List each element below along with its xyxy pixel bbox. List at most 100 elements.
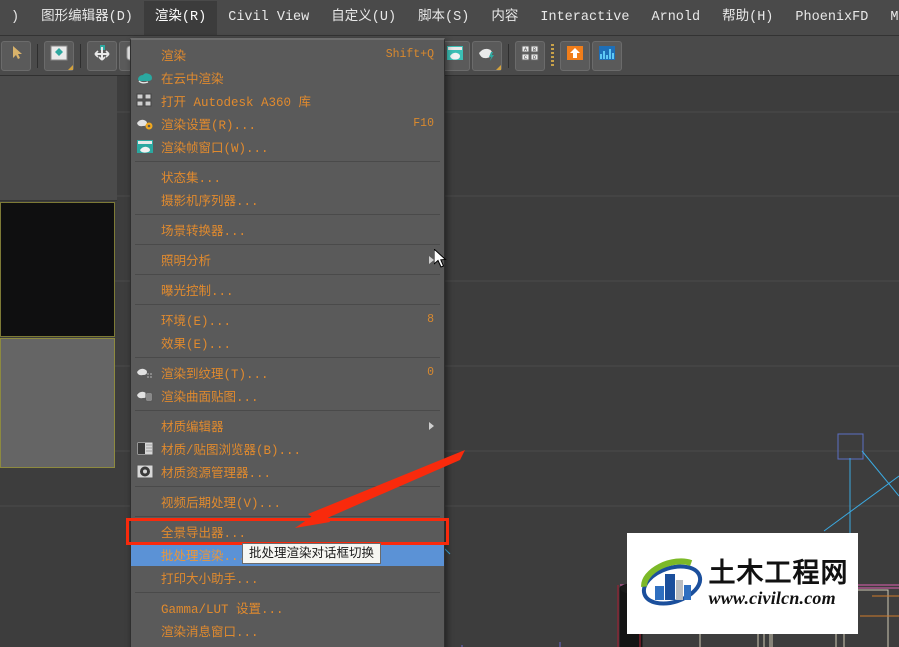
menu-item-label: 场景转换器... (161, 225, 247, 239)
menu-item-label: 渲染到纹理(T)... (161, 368, 269, 382)
civilcn-watermark-logo: 土木工程网 www.civilcn.com (627, 533, 858, 634)
menu-item-3[interactable]: 渲染设置(R)... F10 (131, 112, 444, 135)
blue-graph-icon (597, 43, 617, 68)
flyout-corner-indicator (496, 64, 501, 70)
menubar-item-7[interactable]: Interactive (529, 1, 640, 35)
svg-text:C: C (524, 55, 527, 61)
move-gizmo-icon (92, 43, 112, 68)
menu-separator (135, 274, 440, 275)
menu-item-label: 渲染 (161, 50, 187, 64)
menu-item-32[interactable]: 渲染消息窗口... (131, 619, 444, 642)
menu-item-label: 摄影机序列器... (161, 195, 259, 209)
menu-item-shortcut: F10 (413, 117, 434, 130)
menu-item-7[interactable]: 摄影机序列器... (131, 188, 444, 211)
menu-item-label: 环境(E)... (161, 315, 232, 329)
menu-item-label: Gamma/LUT 设置... (161, 603, 284, 617)
teapot-lightning-icon (477, 43, 497, 68)
menu-item-label: 渲染消息窗口... (161, 626, 259, 640)
active-shade-button[interactable] (472, 40, 502, 71)
select-and-move-button[interactable] (87, 40, 117, 71)
render-frame-window-icon (136, 138, 154, 155)
watermark-name: 土木工程网 (708, 558, 849, 588)
toolbar-separator (551, 43, 554, 68)
menu-item-16[interactable]: 效果(E)... (131, 331, 444, 354)
svg-text:A: A (524, 47, 527, 53)
menu-item-tooltip: 批处理渲染对话框切换 (242, 543, 382, 564)
abcd-grid-icon: ABCD (520, 43, 540, 68)
left-grey-viewport[interactable] (0, 338, 115, 468)
max-application-window: ) 图形编辑器(D) 渲染(R) Civil View 自定义(U) 脚本(S) 内容 Int… (0, 0, 899, 647)
menu-item-0[interactable]: 渲染 Shift+Q (131, 43, 444, 66)
menu-item-31[interactable]: Gamma/LUT 设置... (131, 596, 444, 619)
a360-library-icon (136, 92, 154, 109)
menu-item-11[interactable]: 照明分析 (131, 248, 444, 271)
left-camera-viewport[interactable] (0, 202, 115, 337)
select-object-button[interactable] (1, 40, 31, 71)
select-name-icon (49, 43, 69, 68)
svg-text:D: D (533, 55, 536, 61)
menu-separator (135, 410, 440, 411)
menu-item-29[interactable]: 打印大小助手... (131, 566, 444, 589)
toolbar-separator (508, 43, 509, 68)
menu-separator (135, 592, 440, 593)
menu-item-19[interactable]: 渲染曲面贴图... (131, 384, 444, 407)
render-to-texture-icon (136, 364, 154, 381)
cloud-render-icon (136, 69, 154, 86)
menubar-item-1[interactable]: 图形编辑器(D) (30, 1, 144, 35)
material-explorer-icon (136, 463, 154, 480)
flyout-corner-indicator (68, 64, 73, 70)
menu-item-label: 渲染曲面贴图... (161, 391, 259, 405)
menubar-item-5[interactable]: 脚本(S) (407, 1, 480, 35)
menu-separator (135, 244, 440, 245)
menubar-item-0[interactable]: ) (0, 1, 30, 35)
menubar-item-2[interactable]: 渲染(R) (143, 0, 218, 35)
menu-separator (135, 304, 440, 305)
render-surface-map-icon (136, 387, 154, 404)
menubar-item-9[interactable]: 帮助(H) (711, 1, 784, 35)
menu-item-label: 打印大小助手... (161, 573, 259, 587)
menu-item-33[interactable]: 比较 RAM 播放器中的媒体(P)... (131, 642, 444, 647)
menu-item-1[interactable]: 在云中渲染 (131, 66, 444, 89)
orange-render-icon (565, 43, 585, 68)
top-left-viewport-panel[interactable] (0, 76, 117, 201)
annotation-arrow (295, 450, 465, 528)
select-by-name-button[interactable] (44, 40, 74, 71)
chevron-right-icon (429, 421, 434, 430)
civilcn-logo-mark (640, 557, 702, 605)
menubar-item-6[interactable]: 内容 (480, 1, 529, 35)
main-menu-bar: ) 图形编辑器(D) 渲染(R) Civil View 自定义(U) 脚本(S) 内容 Int… (0, 0, 899, 36)
render-to-texture-button[interactable]: ABCD (515, 40, 545, 71)
material-map-browser-icon (136, 440, 154, 457)
menubar-item-11[interactable]: Max 杀 (879, 1, 899, 35)
menu-item-label: 状态集... (161, 172, 222, 186)
menu-item-18[interactable]: 渲染到纹理(T)... 0 (131, 361, 444, 384)
svg-text:B: B (533, 47, 536, 53)
menu-item-4[interactable]: 渲染帧窗口(W)... (131, 135, 444, 158)
menu-item-shortcut: 8 (427, 313, 434, 326)
menu-item-13[interactable]: 曝光控制... (131, 278, 444, 301)
menu-item-15[interactable]: 环境(E)... 8 (131, 308, 444, 331)
menu-separator (135, 214, 440, 215)
menubar-item-3[interactable]: Civil View (217, 1, 320, 35)
mouse-cursor-icon (434, 249, 447, 268)
menubar-item-8[interactable]: Arnold (641, 1, 712, 35)
ram-player-button[interactable] (592, 40, 622, 71)
toolbar-separator (80, 43, 81, 68)
menu-item-label: 曝光控制... (161, 285, 234, 299)
toolbar-separator (37, 43, 38, 68)
render-setup-gear-icon (136, 115, 154, 132)
menu-item-21[interactable]: 材质编辑器 (131, 414, 444, 437)
project-folder-button[interactable] (560, 40, 590, 71)
menu-item-9[interactable]: 场景转换器... (131, 218, 444, 241)
menubar-item-4[interactable]: 自定义(U) (320, 1, 407, 35)
menu-item-label: 渲染帧窗口(W)... (161, 142, 269, 156)
menu-item-2[interactable]: 打开 Autodesk A360 库 (131, 89, 444, 112)
menu-item-label: 渲染设置(R)... (161, 119, 257, 133)
menu-item-label: 打开 Autodesk A360 库 (161, 96, 312, 110)
menu-item-6[interactable]: 状态集... (131, 165, 444, 188)
cursor-arrow-icon (6, 43, 26, 68)
menu-separator (135, 357, 440, 358)
menu-item-label: 材质编辑器 (161, 421, 224, 435)
menu-item-shortcut: 0 (427, 366, 434, 379)
menubar-item-10[interactable]: PhoenixFD (784, 1, 879, 35)
